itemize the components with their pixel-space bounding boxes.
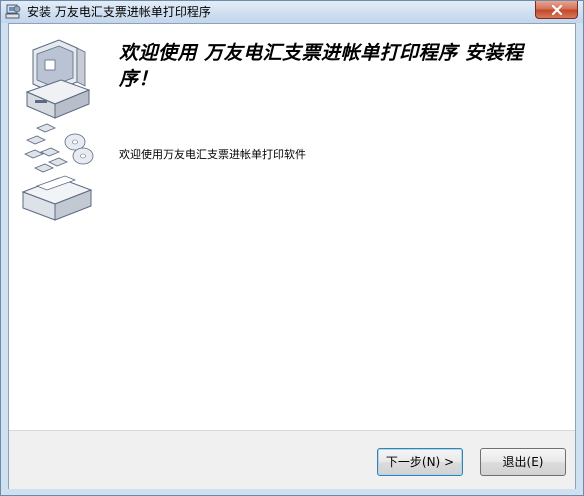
welcome-title: 欢迎使用 万友电汇支票进帐单打印程序 安装程序！ [119, 42, 524, 90]
next-button[interactable]: 下一步(N) > [377, 448, 463, 476]
title-bar[interactable]: 安装 万友电汇支票进帐单打印程序 [1, 1, 583, 23]
close-icon [551, 5, 563, 15]
window-title: 安装 万友电汇支票进帐单打印程序 [27, 5, 211, 19]
button-bar: 下一步(N) > 退出(E) [9, 430, 575, 489]
installer-icon [5, 4, 21, 19]
computer-disks-illustration [21, 39, 94, 221]
client-area: 欢迎使用 万友电汇支票进帐单打印程序 安装程序！ 欢迎使用万友电汇支票进帐单打印… [8, 23, 576, 489]
exit-button[interactable]: 退出(E) [480, 448, 566, 476]
installer-window: 安装 万友电汇支票进帐单打印程序 欢迎使用 万友电汇支票进帐单打印程序 安装程序… [0, 0, 584, 496]
close-button[interactable] [535, 1, 578, 19]
welcome-description: 欢迎使用万友电汇支票进帐单打印软件 [119, 148, 306, 161]
